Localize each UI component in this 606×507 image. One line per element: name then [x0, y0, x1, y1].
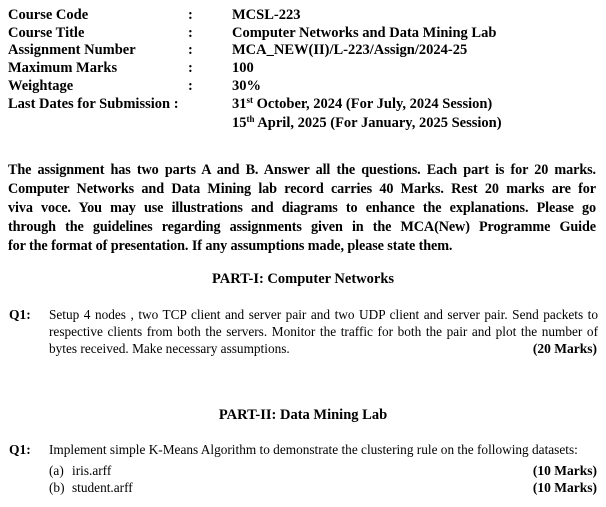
instructions-paragraph: The assignment has two parts A and B. An…: [8, 161, 596, 256]
course-title-row: Course Title : Computer Networks and Dat…: [8, 24, 568, 42]
part-1-heading: PART-I: Computer Networks: [211, 271, 395, 287]
course-code-label: Course Code: [8, 7, 89, 23]
paragraph-line: for the format of presentation. If any a…: [8, 238, 453, 254]
maximum-marks-row: Maximum Marks : 100: [8, 59, 568, 77]
subitem-tag: (b): [49, 480, 65, 495]
submission-date-2: 15th April, 2025 (For January, 2025 Sess…: [232, 114, 502, 132]
part-2-subitem-b: (b) student.arff: [49, 479, 133, 496]
part-2-subitem-b-marks: (10 Marks): [532, 480, 597, 495]
colon: :: [188, 78, 193, 94]
paragraph-line: The assignment has two parts A and B. An…: [8, 162, 596, 178]
paragraph-line: viva voce. You may use illustrations and…: [8, 200, 596, 216]
course-code-row: Course Code : MCSL-223: [8, 6, 568, 24]
colon: :: [188, 7, 193, 23]
part-2-heading: PART-II: Data Mining Lab: [218, 407, 388, 423]
assignment-number-value: MCA_NEW(II)/L-223/Assign/2024-25: [232, 42, 468, 58]
date-rest: April, 2025 (For January, 2025 Session): [254, 115, 502, 131]
question-line: respective clients from both the servers…: [49, 324, 598, 339]
submission-dates-label: Last Dates for Submission :: [8, 96, 179, 112]
colon: :: [188, 42, 193, 58]
paragraph-line: Computer Networks and Data Mining lab re…: [8, 181, 596, 197]
part-2-question-text: Implement simple K-Means Algorithm to de…: [49, 441, 598, 458]
assignment-number-row: Assignment Number : MCA_NEW(II)/L-223/As…: [8, 41, 568, 59]
weightage-row: Weightage : 30%: [8, 77, 568, 95]
part-2-subitem-a: (a) iris.arff: [49, 462, 111, 479]
course-title-value: Computer Networks and Data Mining Lab: [232, 25, 497, 41]
weightage-value: 30%: [232, 78, 261, 94]
subitem-tag: (a): [49, 463, 64, 478]
maximum-marks-label: Maximum Marks: [8, 60, 118, 76]
question-line: Implement simple K-Means Algorithm to de…: [49, 442, 578, 457]
course-code-value: MCSL-223: [232, 7, 301, 23]
colon: :: [188, 25, 193, 41]
maximum-marks-value: 100: [232, 60, 254, 76]
assignment-number-label: Assignment Number: [8, 42, 136, 58]
question-line: bytes received. Make necessary assumptio…: [49, 341, 290, 356]
paragraph-line: through the guidelines regarding assignm…: [8, 219, 596, 235]
part-2-question-label: Q1:: [9, 442, 31, 457]
submission-dates-row-2: 15th April, 2025 (For January, 2025 Sess…: [8, 114, 568, 132]
date-day: 15: [232, 115, 247, 131]
subitem-text: student.arff: [72, 480, 133, 495]
part-1-question-marks: (20 Marks): [532, 341, 597, 356]
weightage-label: Weightage: [8, 78, 74, 94]
part-2-subitem-a-marks: (10 Marks): [532, 463, 597, 478]
part-1-question-text: Setup 4 nodes , two TCP client and serve…: [49, 306, 598, 357]
colon: :: [188, 60, 193, 76]
submission-date-1: 31st October, 2024 (For July, 2024 Sessi…: [232, 95, 492, 113]
submission-dates-row: Last Dates for Submission : 31st October…: [8, 95, 568, 113]
date-suffix: th: [246, 114, 255, 124]
course-title-label: Course Title: [8, 25, 85, 41]
subitem-text: iris.arff: [72, 463, 112, 478]
part-1-question-label: Q1:: [9, 307, 31, 322]
date-rest: October, 2024 (For July, 2024 Session): [253, 96, 493, 112]
date-day: 31: [232, 96, 247, 112]
question-line: Setup 4 nodes , two TCP client and serve…: [49, 307, 598, 322]
